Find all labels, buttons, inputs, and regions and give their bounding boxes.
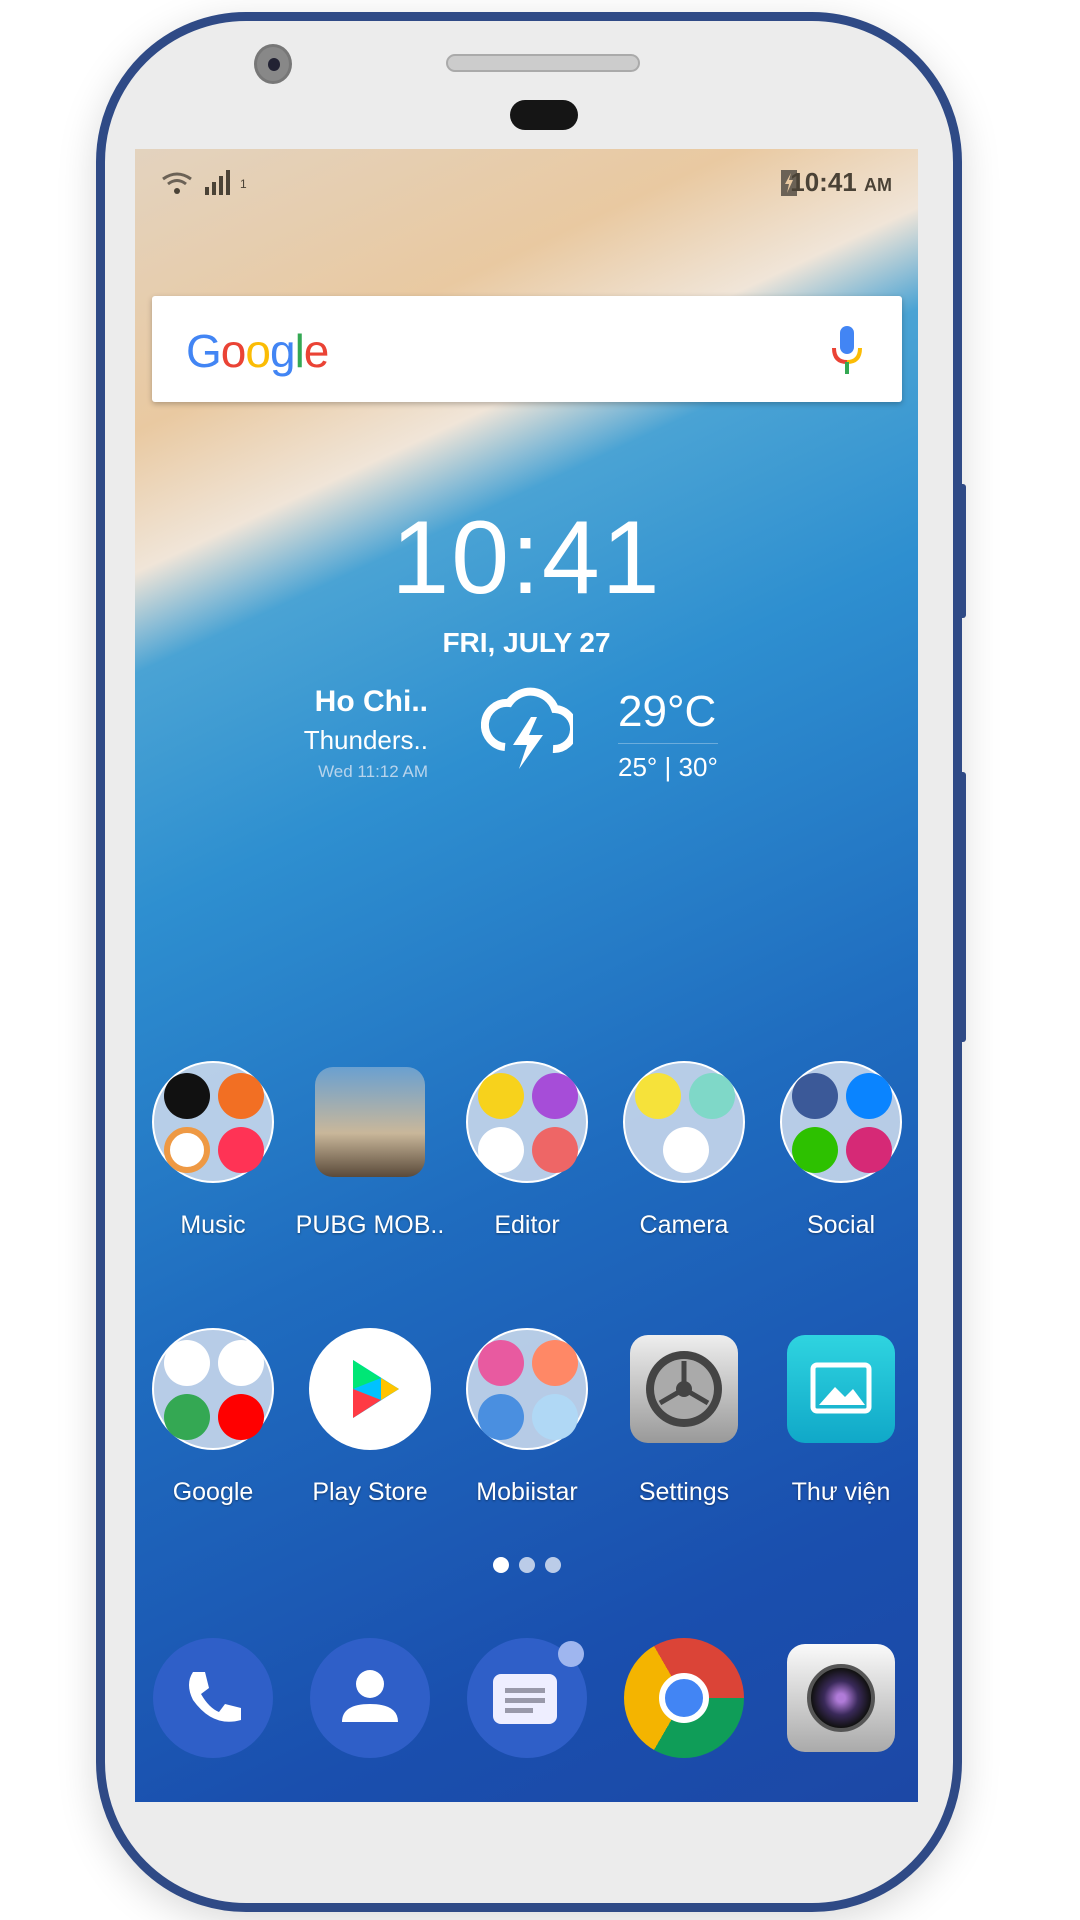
home-screen: 1 10:41 AM Google 10:41 FRI, JULY 27 Ho … bbox=[135, 149, 918, 1802]
camera-folder-icon bbox=[623, 1061, 745, 1183]
earpiece bbox=[446, 54, 640, 72]
status-bar: 1 10:41 AM bbox=[135, 167, 918, 197]
music-folder-icon bbox=[152, 1061, 274, 1183]
chrome-icon bbox=[624, 1638, 744, 1758]
pubg-icon bbox=[315, 1067, 425, 1177]
app-label: Settings bbox=[638, 1478, 730, 1506]
page-dot[interactable] bbox=[544, 1557, 561, 1573]
play-store-icon bbox=[309, 1328, 431, 1450]
app-label: Google bbox=[172, 1478, 254, 1506]
weather-condition: Thunders.. bbox=[303, 725, 428, 755]
camera-icon bbox=[787, 1644, 895, 1752]
app-label: PUBG MOB.. bbox=[295, 1211, 445, 1239]
app-gallery[interactable]: Thư viện bbox=[763, 1328, 918, 1507]
dock-chrome[interactable] bbox=[606, 1638, 762, 1758]
dock-contacts[interactable] bbox=[292, 1638, 448, 1758]
volume-button bbox=[958, 484, 966, 618]
app-label: Editor bbox=[494, 1211, 560, 1239]
app-label: Social bbox=[806, 1211, 876, 1239]
phone-icon bbox=[153, 1638, 273, 1758]
page-indicator[interactable] bbox=[135, 1557, 918, 1578]
status-time: 10:41 AM bbox=[790, 167, 892, 197]
folder-music[interactable]: Music bbox=[135, 1061, 291, 1240]
thunderstorm-icon bbox=[481, 687, 573, 769]
front-camera bbox=[254, 44, 292, 84]
settings-gear-icon bbox=[630, 1335, 738, 1443]
editor-folder-icon bbox=[466, 1061, 588, 1183]
app-play-store[interactable]: Play Store bbox=[292, 1328, 448, 1507]
social-folder-icon bbox=[780, 1061, 902, 1183]
weather-temp: 29°C bbox=[618, 687, 718, 744]
clock-widget-time[interactable]: 10:41 bbox=[135, 499, 918, 618]
app-settings[interactable]: Settings bbox=[606, 1328, 762, 1507]
wifi-icon bbox=[162, 170, 230, 195]
messages-icon bbox=[467, 1638, 587, 1758]
mic-icon[interactable] bbox=[830, 326, 864, 374]
page-dot[interactable] bbox=[518, 1557, 535, 1573]
dock-camera[interactable] bbox=[763, 1638, 918, 1752]
sensor bbox=[510, 100, 578, 130]
weather-city: Ho Chi.. bbox=[314, 685, 428, 718]
dock-messages[interactable] bbox=[449, 1638, 605, 1758]
app-label: Mobiistar bbox=[476, 1478, 578, 1506]
weather-updated: Wed 11:12 AM bbox=[318, 762, 428, 781]
app-label: Thư viện bbox=[791, 1478, 891, 1506]
app-label: Play Store bbox=[312, 1478, 428, 1506]
app-pubg[interactable]: PUBG MOB.. bbox=[292, 1061, 448, 1240]
weather-temperature[interactable]: 29°C 25° | 30° bbox=[618, 687, 718, 783]
app-label: Camera bbox=[639, 1211, 729, 1239]
mobiistar-folder-icon bbox=[466, 1328, 588, 1450]
app-label: Music bbox=[180, 1211, 246, 1239]
google-logo: Google bbox=[186, 325, 329, 377]
folder-google[interactable]: Google bbox=[135, 1328, 291, 1507]
folder-social[interactable]: Social bbox=[763, 1061, 918, 1240]
gallery-icon bbox=[787, 1335, 895, 1443]
folder-mobiistar[interactable]: Mobiistar bbox=[449, 1328, 605, 1507]
sim-label: 1 bbox=[240, 177, 247, 191]
clock-widget-date: FRI, JULY 27 bbox=[442, 627, 611, 658]
google-folder-icon bbox=[152, 1328, 274, 1450]
google-search-bar[interactable]: Google bbox=[152, 296, 902, 402]
weather-location[interactable]: Ho Chi.. Thunders.. Wed 11:12 AM bbox=[304, 685, 428, 782]
folder-editor[interactable]: Editor bbox=[449, 1061, 605, 1240]
dock-phone[interactable] bbox=[135, 1638, 291, 1758]
weather-range: 25° | 30° bbox=[618, 752, 718, 782]
power-button bbox=[958, 772, 966, 1042]
folder-camera[interactable]: Camera bbox=[606, 1061, 762, 1240]
page-dot[interactable] bbox=[492, 1557, 509, 1573]
contacts-icon bbox=[310, 1638, 430, 1758]
